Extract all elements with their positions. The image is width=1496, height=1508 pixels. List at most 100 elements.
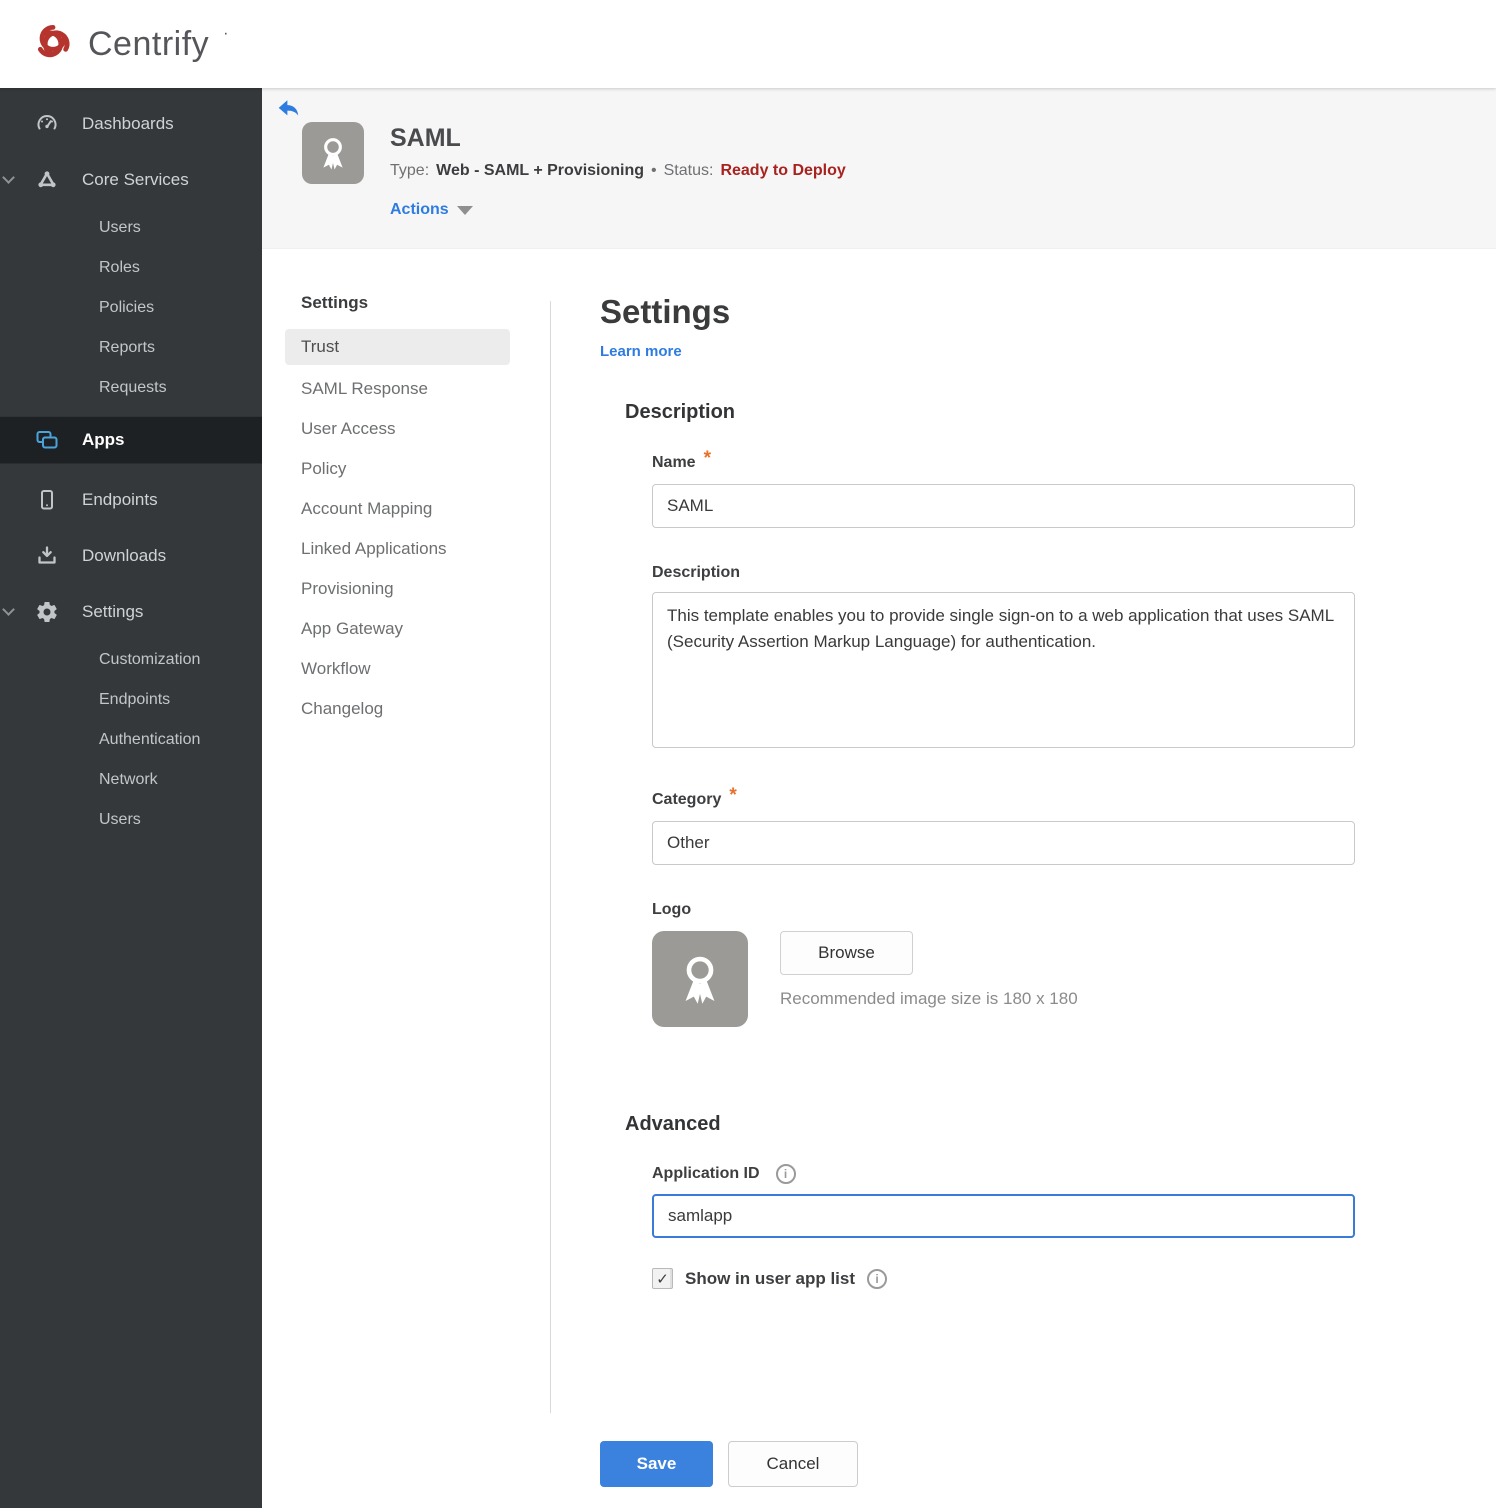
sidebar-item-network[interactable]: Network — [0, 760, 262, 800]
subnav-heading: Settings — [301, 293, 369, 312]
description-field[interactable]: This template enables you to provide sin… — [652, 592, 1355, 748]
vertical-divider — [550, 301, 551, 1413]
advanced-fields: Application ID i ✓ Show in user app list… — [652, 1164, 1355, 1289]
description-fields: Name * Description This template enables… — [652, 448, 1355, 1027]
cancel-button[interactable]: Cancel — [728, 1441, 858, 1487]
app-meta-row: Type: Web - SAML + Provisioning • Status… — [390, 162, 846, 180]
subnav-item-linked-applications[interactable]: Linked Applications — [285, 529, 510, 569]
logo-preview-ribbon-icon — [652, 931, 748, 1027]
sidebar-item-reports[interactable]: Reports — [0, 328, 262, 368]
sidebar-item-roles[interactable]: Roles — [0, 248, 262, 288]
gear-icon — [34, 599, 60, 625]
description-label-row: Description — [652, 564, 1355, 582]
logo-label: Logo — [652, 901, 692, 918]
name-label-row: Name * — [652, 448, 1355, 474]
type-label: Type: — [390, 162, 430, 179]
browse-button[interactable]: Browse — [780, 931, 913, 975]
sidebar-item-label: Settings — [82, 602, 144, 621]
top-bar: Centrify · — [0, 0, 1496, 88]
subnav-item-trust[interactable]: Trust — [285, 329, 510, 365]
status-value: Ready to Deploy — [720, 162, 846, 179]
application-id-label-row: Application ID i — [652, 1164, 1355, 1184]
sidebar-item-label: Endpoints — [82, 490, 158, 509]
app-settings-subnav: Settings Trust SAML Response User Access… — [285, 293, 510, 729]
app-title: SAML — [390, 124, 461, 152]
sidebar-item-endpoints-settings[interactable]: Endpoints — [0, 680, 262, 720]
sidebar-item-requests[interactable]: Requests — [0, 368, 262, 408]
category-field[interactable] — [652, 821, 1355, 865]
sidebar-item-policies[interactable]: Policies — [0, 288, 262, 328]
back-arrow-icon[interactable] — [276, 98, 302, 122]
download-icon — [34, 543, 60, 569]
app-header: SAML Type: Web - SAML + Provisioning • S… — [262, 88, 1496, 249]
name-field[interactable] — [652, 484, 1355, 528]
page-title: Settings — [600, 293, 731, 330]
sidebar-item-downloads[interactable]: Downloads — [0, 528, 262, 584]
actions-dropdown[interactable]: Actions — [390, 201, 473, 219]
info-icon[interactable]: i — [867, 1268, 888, 1289]
sidebar-item-label: Core Services — [82, 170, 189, 189]
subnav-item-app-gateway[interactable]: App Gateway — [285, 609, 510, 649]
subnav-item-saml-response[interactable]: SAML Response — [285, 369, 510, 409]
required-asterisk: * — [703, 448, 711, 469]
actions-label: Actions — [390, 201, 449, 218]
brand-name: Centrify — [88, 24, 210, 63]
application-id-field[interactable] — [652, 1194, 1355, 1238]
sidebar-item-settings[interactable]: Settings — [0, 584, 262, 640]
settings-subitems: Customization Endpoints Authentication N… — [0, 640, 262, 840]
logo-label-row: Logo — [652, 901, 1355, 919]
app-logo-ribbon-icon — [302, 122, 364, 184]
logo-upload-block: Browse Recommended image size is 180 x 1… — [780, 931, 1078, 1027]
device-icon — [34, 487, 60, 513]
logo-row: Browse Recommended image size is 180 x 1… — [652, 931, 1355, 1027]
subnav-item-provisioning[interactable]: Provisioning — [285, 569, 510, 609]
core-services-subitems: Users Roles Policies Reports Requests — [0, 208, 262, 408]
category-label: Category — [652, 791, 722, 808]
show-in-app-list-checkbox[interactable]: ✓ — [652, 1268, 673, 1289]
apps-icon — [34, 427, 60, 453]
form-actions: Save Cancel — [600, 1441, 858, 1487]
meta-separator: • — [651, 162, 657, 179]
application-id-label: Application ID — [652, 1165, 760, 1182]
chevron-down-icon — [2, 171, 15, 184]
dropdown-arrow-icon — [456, 205, 473, 215]
sidebar-item-customization[interactable]: Customization — [0, 640, 262, 680]
advanced-section-heading: Advanced — [625, 1113, 721, 1135]
sidebar-item-endpoints[interactable]: Endpoints — [0, 472, 262, 528]
sidebar-item-authentication[interactable]: Authentication — [0, 720, 262, 760]
subnav-item-account-mapping[interactable]: Account Mapping — [285, 489, 510, 529]
brand: Centrify · — [30, 19, 229, 70]
show-in-app-list-row: ✓ Show in user app list i — [652, 1268, 1355, 1289]
sidebar-item-label: Apps — [82, 430, 125, 449]
required-asterisk: * — [729, 785, 737, 806]
subnav-item-changelog[interactable]: Changelog — [285, 689, 510, 729]
settings-form: Settings Learn more Description Name * D… — [600, 293, 1360, 1289]
sidebar-item-users-settings[interactable]: Users — [0, 800, 262, 840]
show-in-app-list-label: Show in user app list — [685, 1268, 856, 1288]
sidebar: Dashboards Core Services Users Roles Pol… — [0, 88, 262, 1508]
status-label: Status: — [663, 162, 714, 179]
sidebar-item-label: Downloads — [82, 546, 167, 565]
info-icon[interactable]: i — [775, 1164, 796, 1184]
save-button[interactable]: Save — [600, 1441, 713, 1487]
subnav-item-workflow[interactable]: Workflow — [285, 649, 510, 689]
subnav-item-policy[interactable]: Policy — [285, 449, 510, 489]
learn-more-link[interactable]: Learn more — [600, 343, 682, 360]
subnav-item-user-access[interactable]: User Access — [285, 409, 510, 449]
sidebar-item-label: Dashboards — [82, 114, 174, 133]
content-area: Settings Trust SAML Response User Access… — [262, 249, 1496, 1508]
cluster-icon — [34, 167, 60, 193]
sidebar-item-core-services[interactable]: Core Services — [0, 152, 262, 208]
centrify-logo-icon — [30, 19, 76, 70]
chevron-down-icon — [2, 603, 15, 616]
category-label-row: Category * — [652, 785, 1355, 811]
gauge-icon — [34, 111, 60, 137]
description-section-heading: Description — [625, 401, 736, 423]
brand-trademark: · — [223, 25, 229, 42]
type-value: Web - SAML + Provisioning — [436, 162, 645, 179]
sidebar-item-users[interactable]: Users — [0, 208, 262, 248]
sidebar-item-apps[interactable]: Apps — [0, 416, 262, 464]
sidebar-item-dashboards[interactable]: Dashboards — [0, 96, 262, 152]
name-label: Name — [652, 454, 696, 471]
description-label: Description — [652, 564, 741, 581]
